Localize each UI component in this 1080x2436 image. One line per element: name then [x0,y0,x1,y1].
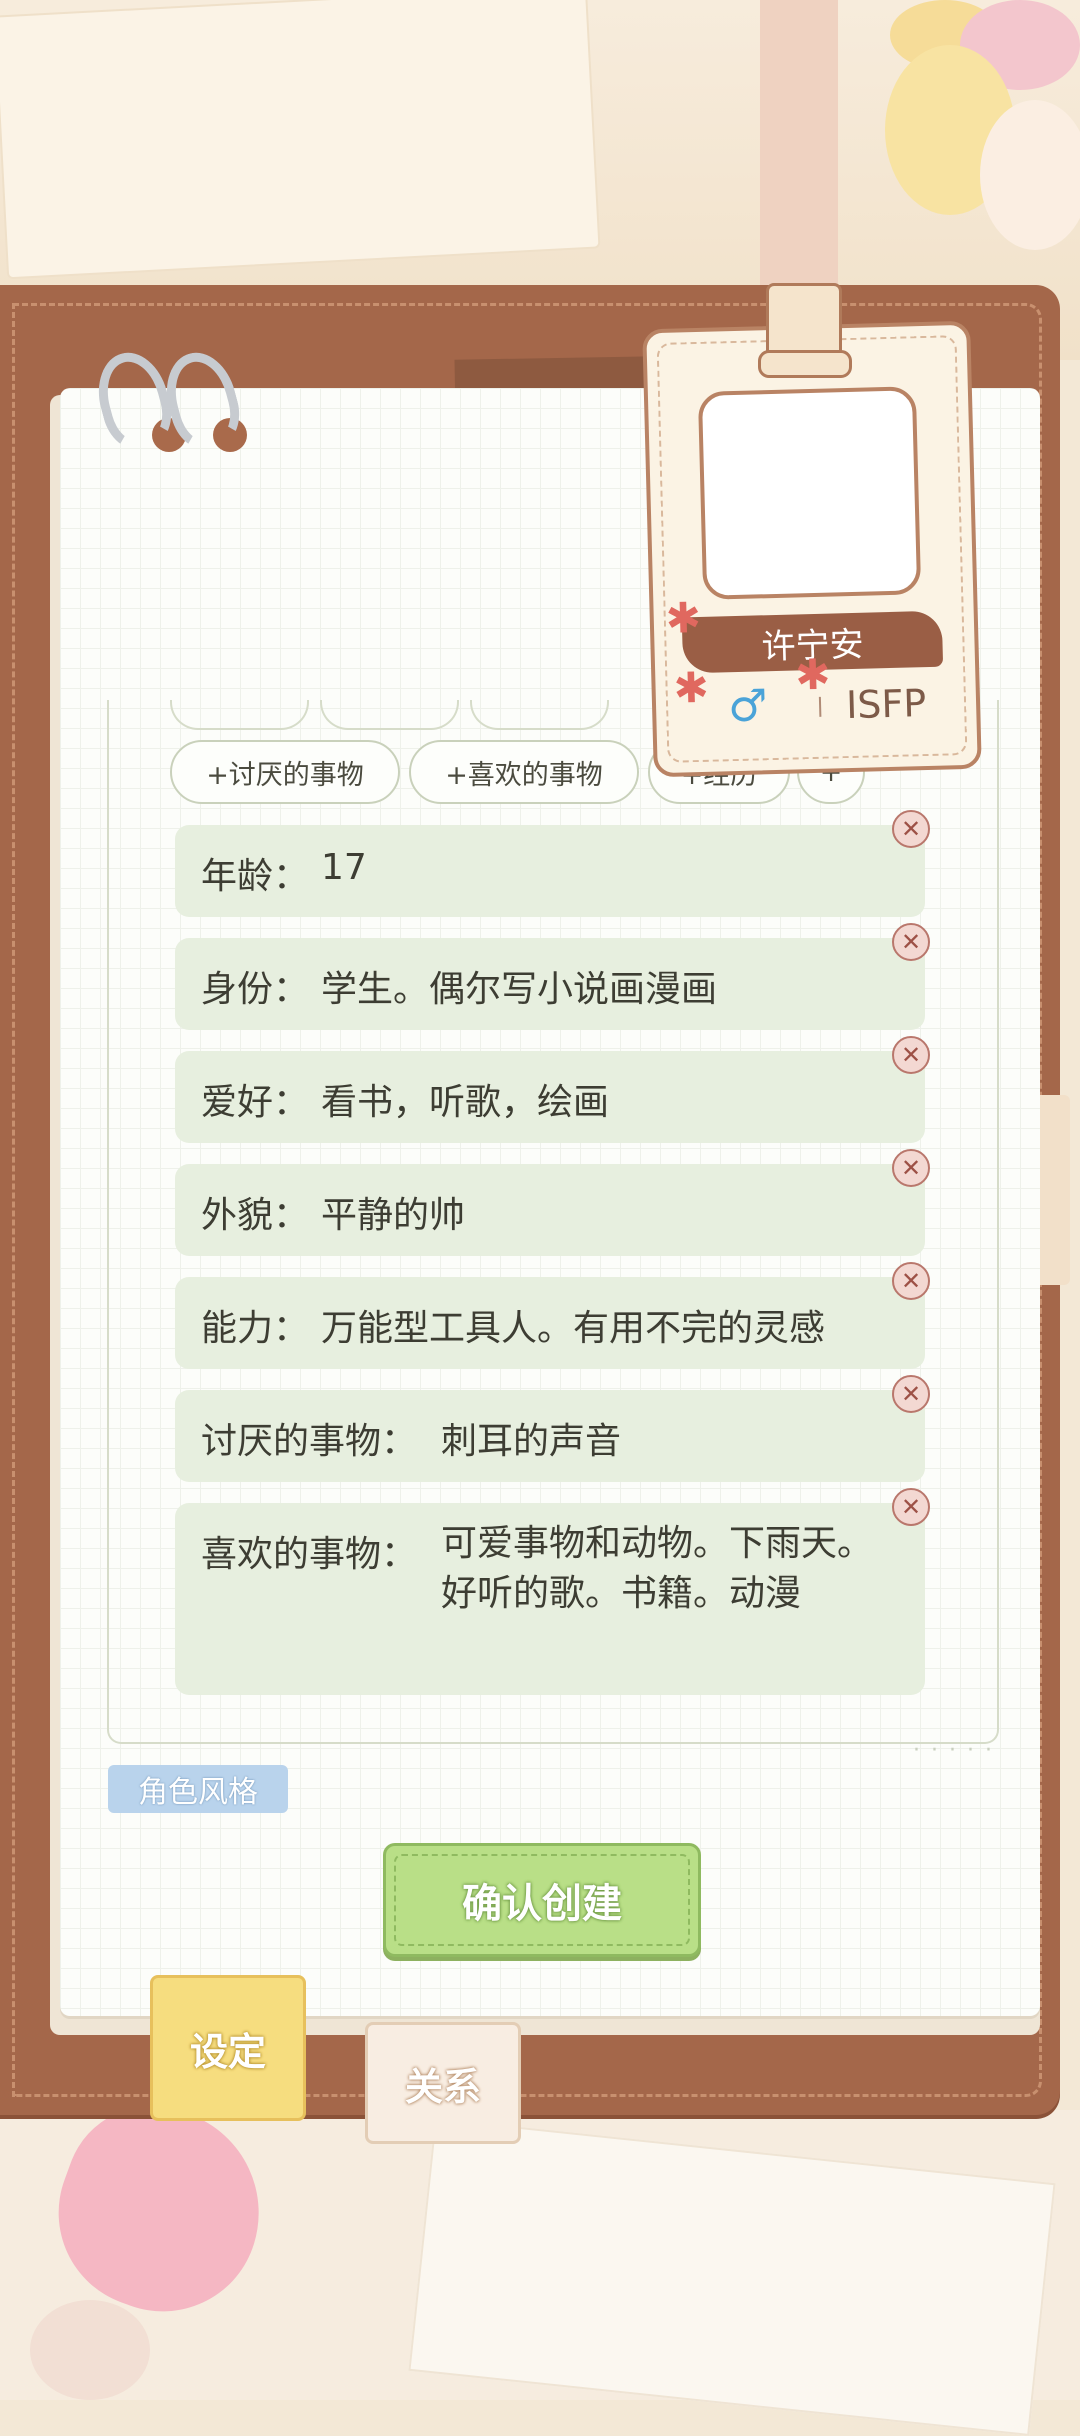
attribute-key: 爱好： [201,1082,310,1123]
bubble-decoration [30,2300,150,2400]
delete-icon[interactable]: ✕ [892,1262,930,1300]
delete-icon[interactable]: ✕ [892,1488,930,1526]
attribute-item-ability[interactable]: 能力： 万能型工具人。有用不完的灵感 [175,1277,925,1369]
attribute-item-appearance[interactable]: 外貌： 平静的帅 [175,1164,925,1256]
attribute-item-age[interactable]: 年龄： 17 [175,825,925,917]
scrolled-chip[interactable] [170,700,309,730]
add-likes-chip[interactable]: +喜欢的事物 [409,740,639,804]
male-gender-icon: ♂ [727,680,769,733]
add-dislikes-chip[interactable]: +讨厌的事物 [170,740,400,804]
tab-relations[interactable]: 关系 [365,2022,521,2144]
attribute-value: 可爱事物和动物。下雨天。好听的歌。书籍。动漫 [441,1523,874,1614]
attribute-key: 外貌： [201,1195,310,1236]
star-icon: ✱ [794,649,832,700]
badge-lanyard [760,0,838,300]
badge-clip-bar [758,350,852,378]
scrolled-chip[interactable] [320,700,459,730]
mbti-type: ISFP [845,681,927,728]
confirm-create-button[interactable]: 确认创建 [383,1843,701,1957]
attribute-value: 平静的帅 [321,1195,466,1236]
attribute-key: 讨厌的事物： [201,1421,418,1462]
balloon-decoration [980,100,1080,250]
background-card [0,0,601,280]
delete-icon[interactable]: ✕ [892,923,930,961]
attribute-item-hobbies[interactable]: 爱好： 看书，听歌，绘画 [175,1051,925,1143]
attribute-value: 17 [321,847,367,888]
attribute-key: 年龄： [201,856,310,897]
attribute-value: 刺耳的声音 [441,1421,622,1462]
character-style-label: 角色风格 [108,1765,288,1813]
panel-resize-dots: · · · · · [913,1738,994,1763]
delete-icon[interactable]: ✕ [892,1375,930,1413]
attribute-item-dislikes[interactable]: 讨厌的事物： 刺耳的声音 [175,1390,925,1482]
avatar[interactable] [697,386,922,600]
attribute-key: 喜欢的事物： [201,1534,418,1575]
attribute-key: 身份： [201,969,310,1010]
star-icon: ✱ [665,592,702,643]
star-icon: ✱ [672,662,710,713]
attribute-value: 看书，听歌，绘画 [321,1082,610,1123]
delete-icon[interactable]: ✕ [892,1036,930,1074]
scrolled-chip[interactable] [470,700,609,730]
tab-settings[interactable]: 设定 [150,1975,306,2121]
attribute-item-identity[interactable]: 身份： 学生。偶尔写小说画漫画 [175,938,925,1030]
delete-icon[interactable]: ✕ [892,810,930,848]
attribute-key: 能力： [201,1308,310,1349]
attribute-value: 万能型工具人。有用不完的灵感 [321,1308,826,1349]
attribute-value: 学生。偶尔写小说画漫画 [321,969,718,1010]
character-id-badge: 许宁安 ✱ ✱ ✱ ♂ ISFP [642,320,982,778]
side-tab-decoration [1040,1095,1070,1285]
attribute-item-likes[interactable]: 喜欢的事物： 可爱事物和动物。下雨天。好听的歌。书籍。动漫 [175,1503,925,1695]
confirm-create-label: 确认创建 [394,1854,690,1946]
delete-icon[interactable]: ✕ [892,1149,930,1187]
